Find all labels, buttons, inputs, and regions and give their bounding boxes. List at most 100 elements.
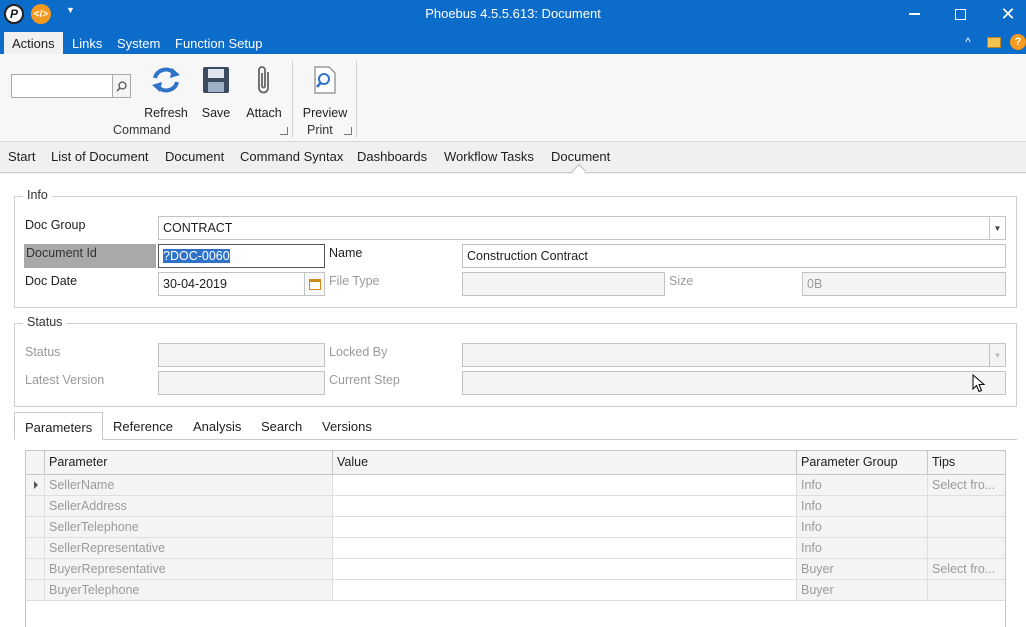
tab-workflow-tasks[interactable]: Workflow Tasks [444, 149, 534, 164]
name-input[interactable]: Construction Contract [462, 244, 1006, 268]
tab-list-of-document[interactable]: List of Document [51, 149, 149, 164]
document-id-label: Document Id [24, 244, 156, 268]
file-type-input [462, 272, 665, 296]
name-label: Name [329, 246, 363, 260]
attach-button[interactable]: Attach [242, 62, 286, 120]
chevron-down-icon[interactable]: ▼ [989, 217, 1005, 239]
doc-date-input[interactable]: 30-04-2019 [158, 272, 325, 296]
table-row[interactable]: SellerName Info Select fro... [26, 475, 1005, 496]
parameter-cell: BuyerRepresentative [45, 559, 333, 579]
size-label: Size [669, 274, 694, 288]
value-cell[interactable] [333, 517, 797, 537]
menu-links[interactable]: Links [64, 32, 110, 54]
close-button[interactable]: ✕ [984, 0, 1026, 28]
value-cell[interactable] [333, 538, 797, 558]
tab-command-syntax[interactable]: Command Syntax [240, 149, 343, 164]
group-cell: Buyer [797, 559, 928, 579]
parameter-cell: SellerAddress [45, 496, 333, 516]
tab-parameters[interactable]: Parameters [14, 412, 104, 440]
column-header-parameter[interactable]: Parameter [45, 451, 333, 474]
row-indicator-header [26, 451, 45, 474]
parameter-cell: BuyerTelephone [45, 580, 333, 600]
doc-group-select[interactable]: CONTRACT ▼ [158, 216, 1006, 240]
menu-system[interactable]: System [109, 32, 168, 54]
current-step-label: Current Step [329, 373, 400, 387]
preview-button[interactable]: Preview [301, 62, 349, 120]
doc-date-label: Doc Date [25, 274, 78, 288]
window-title: Phoebus 4.5.5.613: Document [425, 6, 601, 21]
menu-actions[interactable]: Actions [4, 32, 63, 54]
search-input[interactable] [11, 74, 131, 98]
table-row[interactable]: SellerRepresentative Info [26, 538, 1005, 559]
doc-date-value: 30-04-2019 [163, 277, 227, 291]
title-bar: P </> ▼ Phoebus 4.5.5.613: Document ✕ [0, 0, 1026, 28]
document-id-input[interactable]: ?DOC-0060 [158, 244, 325, 268]
value-cell[interactable] [333, 580, 797, 600]
column-header-value[interactable]: Value [333, 451, 797, 474]
status-label: Status [25, 345, 61, 359]
parameter-cell: SellerRepresentative [45, 538, 333, 558]
status-input [158, 343, 325, 367]
menu-bar: Actions Links System Function Setup ^ ? [0, 28, 1026, 54]
print-group-launcher-icon[interactable] [344, 127, 352, 135]
table-row[interactable]: BuyerTelephone Buyer [26, 580, 1005, 601]
tab-analysis[interactable]: Analysis [183, 412, 251, 440]
ribbon-separator [356, 60, 357, 138]
save-label: Save [201, 106, 231, 120]
row-indicator [26, 496, 45, 516]
folder-icon[interactable] [986, 34, 1002, 50]
locked-by-select: ▼ [462, 343, 1006, 367]
group-cell: Info [797, 475, 928, 495]
document-tabs: Start List of Document Document Command … [0, 143, 1026, 179]
command-group-launcher-icon[interactable] [280, 127, 288, 135]
table-row[interactable]: BuyerRepresentative Buyer Select fro... [26, 559, 1005, 580]
document-form: Info Doc Group CONTRACT ▼ Document Id ?D… [0, 174, 1026, 627]
tips-cell [928, 580, 1005, 600]
save-button[interactable]: Save [198, 62, 234, 120]
status-legend: Status [23, 315, 67, 329]
value-cell[interactable] [333, 496, 797, 516]
calendar-icon[interactable] [304, 273, 324, 295]
collapse-ribbon-icon[interactable]: ^ [960, 34, 976, 50]
tab-dashboards[interactable]: Dashboards [357, 149, 427, 164]
maximize-icon [954, 8, 966, 20]
column-header-tips[interactable]: Tips [928, 451, 1005, 474]
latest-version-label: Latest Version [25, 373, 105, 387]
row-indicator [26, 580, 45, 600]
group-cell: Info [797, 517, 928, 537]
document-id-value: ?DOC-0060 [163, 249, 230, 263]
row-indicator [26, 538, 45, 558]
menu-function-setup[interactable]: Function Setup [167, 32, 270, 54]
info-legend: Info [23, 188, 52, 202]
row-indicator [26, 559, 45, 579]
table-row[interactable]: SellerAddress Info [26, 496, 1005, 517]
maximize-button[interactable] [936, 0, 984, 28]
tab-start[interactable]: Start [8, 149, 35, 164]
tab-reference[interactable]: Reference [103, 412, 183, 440]
tab-document-active[interactable]: Document [551, 149, 610, 164]
help-icon[interactable]: ? [1010, 34, 1026, 50]
save-icon [198, 62, 234, 98]
value-cell[interactable] [333, 559, 797, 579]
preview-icon [301, 62, 349, 98]
refresh-button[interactable]: Refresh [142, 62, 190, 120]
column-header-parameter-group[interactable]: Parameter Group [797, 451, 928, 474]
bottom-tabs: Parameters Reference Analysis Search Ver… [14, 412, 1017, 440]
tips-cell [928, 496, 1005, 516]
grid-header: Parameter Value Parameter Group Tips [26, 451, 1005, 475]
tips-cell: Select fro... [928, 475, 1005, 495]
tab-versions[interactable]: Versions [312, 412, 382, 440]
minimize-button[interactable] [890, 0, 938, 28]
preview-label: Preview [302, 106, 348, 120]
tab-document[interactable]: Document [165, 149, 224, 164]
paperclip-icon [242, 62, 286, 98]
table-row[interactable]: SellerTelephone Info [26, 517, 1005, 538]
minimize-icon [908, 13, 920, 15]
group-cell: Info [797, 538, 928, 558]
tab-search[interactable]: Search [251, 412, 312, 440]
file-type-label: File Type [329, 274, 380, 288]
search-icon[interactable] [112, 75, 130, 97]
value-cell[interactable] [333, 475, 797, 495]
group-cell: Info [797, 496, 928, 516]
parameter-cell: SellerTelephone [45, 517, 333, 537]
